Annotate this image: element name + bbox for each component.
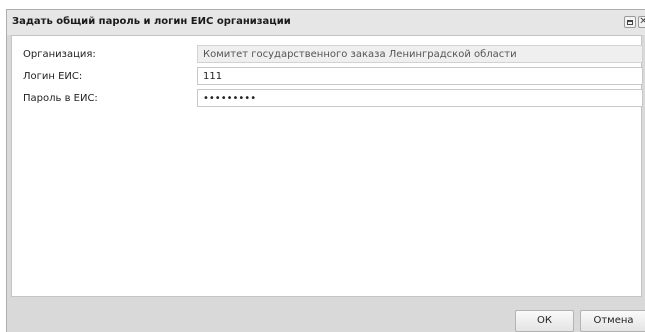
organization-label: Организация: (23, 49, 96, 60)
dialog-title: Задать общий пароль и логин ЕИС организа… (12, 16, 291, 27)
dialog-titlebar: Задать общий пароль и логин ЕИС организа… (7, 10, 645, 35)
form-panel: Организация: Комитет государственного за… (11, 35, 643, 297)
password-label: Пароль в ЕИС: (23, 93, 98, 104)
login-input[interactable]: 111 (197, 67, 643, 85)
maximize-icon[interactable] (624, 16, 636, 28)
cancel-button[interactable]: Отмена (580, 310, 645, 332)
login-row: Логин ЕИС: 111 (12, 67, 643, 87)
ok-button[interactable]: ОК (515, 310, 574, 332)
close-icon[interactable]: ✕ (638, 16, 645, 28)
password-input[interactable]: ••••••••• (197, 89, 643, 107)
organization-row: Организация: Комитет государственного за… (12, 45, 643, 65)
password-row: Пароль в ЕИС: ••••••••• (12, 89, 643, 109)
dialog-window: Задать общий пароль и логин ЕИС организа… (6, 9, 645, 332)
organization-field: Комитет государственного заказа Ленингра… (197, 45, 643, 63)
login-label: Логин ЕИС: (23, 71, 83, 82)
